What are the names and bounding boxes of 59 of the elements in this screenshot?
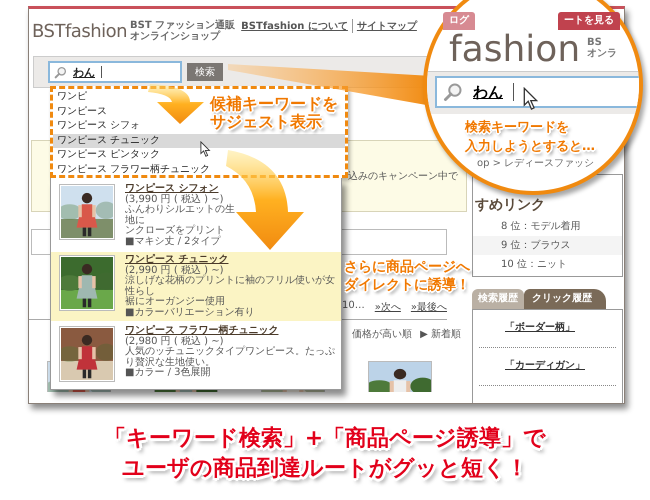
- product-link[interactable]: ワンピース チュニック: [125, 255, 335, 266]
- pager-text: 10…: [342, 300, 365, 313]
- suggestion-item[interactable]: ワンピース チュニック: [53, 134, 345, 148]
- caption-text: ユーザの商品到達ルートがグッと短く！: [122, 455, 528, 483]
- campaign-text: 込みのキャンペーン中で: [348, 170, 458, 183]
- search-button[interactable]: 検索: [187, 63, 223, 81]
- suggestion-item[interactable]: ワンピース ピンタック: [53, 148, 164, 162]
- sort-option[interactable]: 価格が高い順: [352, 327, 412, 341]
- product-note: ■カラーバリエーション有り: [125, 308, 256, 318]
- pager-link[interactable]: »次へ: [374, 300, 401, 314]
- suggestion-item[interactable]: ワンピース フラワー柄チュニック: [53, 162, 214, 177]
- callout-text: さらに商品ページへ ダイレクトに誘導！: [344, 258, 470, 294]
- product-description: ンクローズをプリント: [125, 226, 226, 236]
- text-cursor: [101, 66, 102, 78]
- product-description: 人気のッチュニックタイプワンピース。たっぷり贅沢な生地使い。: [125, 347, 335, 368]
- history-tab[interactable]: クリック履歴: [524, 289, 606, 309]
- text-cursor: [513, 83, 514, 101]
- sort-option[interactable]: ▶ 新着順: [420, 327, 461, 341]
- suggestion-item[interactable]: ワンピース シフォ: [53, 119, 144, 134]
- header-link[interactable]: サイトマップ: [352, 19, 421, 33]
- site-logo: fashion: [449, 31, 580, 69]
- product-row[interactable]: ワンピース チュニック (2,990 円 ( 税込 ) ~) 涼しげな花柄のプリントに袖のフリル使いが女性らし 裾にオーガンジー使用 ■カラーバリエーション有り: [51, 252, 341, 321]
- pointer-icon: [523, 87, 539, 110]
- section-heading: すめリンク: [475, 197, 546, 215]
- product-link[interactable]: ワンピース シフォン: [125, 184, 243, 194]
- search-field[interactable]: わん: [435, 76, 639, 108]
- product-description: 裾にオーガンジー使用: [125, 297, 226, 308]
- ranking-link[interactable]: 8 位：モデル着用: [473, 217, 622, 236]
- callout-text: 検索キーワードを 入力しようとすると…: [465, 118, 595, 156]
- site-tagline: オンラインショップ: [130, 31, 220, 42]
- product-price: (2,990 円 ( 税込 ) ~): [125, 266, 225, 276]
- suggestion-item[interactable]: ワンピース: [53, 104, 111, 119]
- ranking-link[interactable]: 9 位：ブラウス: [473, 236, 622, 255]
- site-tagline: オンラ: [587, 48, 617, 59]
- site-tagline: BS: [587, 37, 603, 48]
- history-link[interactable]: 「ボーダー柄」: [505, 322, 575, 333]
- caption-text: 「キーワード検索」+「商品ページ誘導」で: [104, 425, 546, 453]
- header-button[interactable]: ートを見る: [558, 12, 620, 30]
- header-link[interactable]: BSTfashion について: [237, 19, 352, 33]
- site-tagline: BST ファッション通販: [130, 20, 236, 31]
- product-note: ■カラー / 3色展開: [125, 368, 212, 378]
- callout-text: 候補キーワードを サジェスト表示: [210, 95, 338, 131]
- product-link[interactable]: ワンピース フラワー柄チュニック: [125, 326, 335, 336]
- search-icon: [54, 66, 67, 78]
- curved-arrow: [148, 84, 204, 124]
- pointer-icon: [200, 141, 211, 158]
- product-price: (3,990 円 ( 税込 ) ~): [125, 194, 225, 204]
- breadcrumb: op > レディースファッシ: [477, 158, 594, 170]
- product-description: ふんわりシルエットの生地に: [125, 205, 236, 226]
- product-price: (2,980 円 ( 税込 ) ~): [125, 336, 225, 346]
- search-icon: [443, 82, 463, 102]
- suggestion-item[interactable]: ワンピ: [53, 90, 91, 104]
- site-logo[interactable]: BSTfashion: [32, 20, 128, 42]
- ranking-link[interactable]: 10 位：ニット: [473, 255, 622, 274]
- product-description: 涼しげな花柄のプリントに袖のフリル使いが女性らし: [125, 276, 335, 296]
- search-field[interactable]: わん: [48, 61, 182, 83]
- history-link[interactable]: 「カーディガン」: [505, 360, 585, 371]
- product-note: ■マキシ丈 / 2タイプ: [125, 236, 222, 247]
- pager-link[interactable]: »最後へ: [410, 300, 447, 314]
